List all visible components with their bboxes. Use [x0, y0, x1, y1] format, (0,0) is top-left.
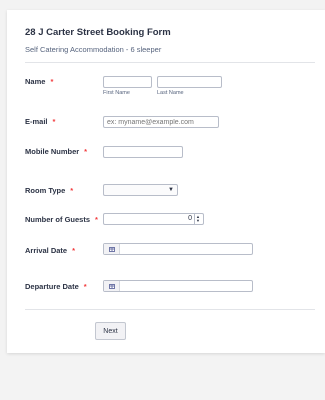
decrement-icon[interactable]: ▼	[196, 219, 200, 223]
arrival-label-text: Arrival Date	[25, 246, 68, 255]
mobile-label: Mobile Number *	[25, 147, 87, 156]
first-name-input[interactable]	[103, 76, 152, 88]
departure-date-input[interactable]	[103, 280, 253, 292]
next-button[interactable]: Next	[95, 322, 126, 340]
calendar-button[interactable]	[104, 281, 120, 291]
required-mark: *	[70, 186, 74, 195]
first-name-sublabel: First Name	[103, 90, 130, 96]
form-title: 28 J Carter Street Booking Form	[25, 27, 171, 38]
required-mark: *	[83, 282, 87, 291]
footer-divider	[25, 309, 315, 310]
required-mark: *	[50, 77, 54, 86]
guests-stepper[interactable]: 0 ▲ ▼	[103, 213, 204, 225]
header-divider	[25, 62, 315, 63]
last-name-sublabel: Last Name	[157, 90, 184, 96]
guests-value: 0	[188, 215, 192, 222]
name-label: Name *	[25, 77, 53, 86]
arrival-label: Arrival Date *	[25, 246, 75, 255]
form-header: 28 J Carter Street Booking Form Self Cat…	[25, 27, 315, 54]
guests-label-text: Number of Guests	[25, 215, 91, 224]
name-label-text: Name	[25, 77, 46, 86]
room-type-label-text: Room Type	[25, 186, 66, 195]
mobile-label-text: Mobile Number	[25, 147, 80, 156]
departure-label: Departure Date *	[25, 282, 87, 291]
form-subtitle: Self Catering Accommodation - 6 sleeper	[25, 45, 162, 54]
calendar-button[interactable]	[104, 244, 120, 254]
arrival-date-input[interactable]	[103, 243, 253, 255]
guests-label: Number of Guests *	[25, 215, 98, 224]
email-label: E-mail *	[25, 117, 55, 126]
calendar-icon	[108, 283, 115, 289]
form-card: 28 J Carter Street Booking Form Self Cat…	[7, 10, 325, 353]
room-type-select[interactable]: ▼	[103, 184, 178, 196]
last-name-input[interactable]	[157, 76, 222, 88]
email-label-text: E-mail	[25, 117, 48, 126]
room-type-label: Room Type *	[25, 186, 73, 195]
guests-spinner: ▲ ▼	[194, 214, 203, 224]
chevron-down-icon: ▼	[168, 187, 174, 193]
departure-label-text: Departure Date	[25, 282, 79, 291]
calendar-icon	[108, 246, 115, 252]
mobile-input[interactable]	[103, 146, 183, 158]
email-input[interactable]	[103, 116, 219, 128]
required-mark: *	[52, 117, 56, 126]
required-mark: *	[95, 215, 98, 224]
required-mark: *	[84, 147, 88, 156]
required-mark: *	[72, 246, 76, 255]
